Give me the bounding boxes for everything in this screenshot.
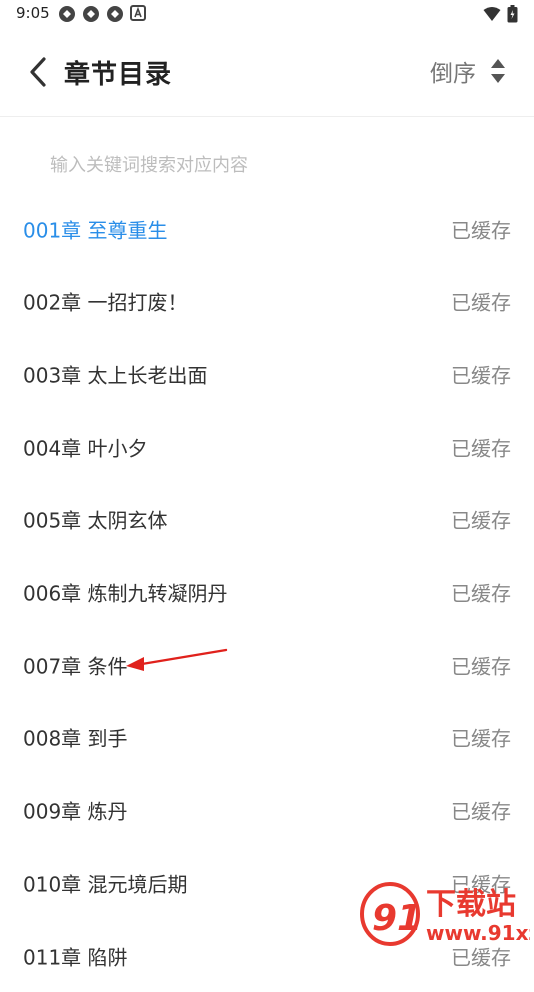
chapter-row[interactable]: 005章 太阴玄体 已缓存 <box>0 483 534 556</box>
chapter-row[interactable]: 007章 条件 已缓存 <box>0 628 534 701</box>
chapter-cache-status: 已缓存 <box>451 363 511 388</box>
chapter-title: 001章 至尊重生 <box>23 218 168 242</box>
app-notification-icon <box>106 5 124 23</box>
chapter-title: 010章 混元境后期 <box>23 872 188 897</box>
chapter-title: 009章 炼丹 <box>23 799 128 824</box>
back-button[interactable] <box>24 56 54 88</box>
app-header: 章节目录 倒序 <box>0 28 534 117</box>
chapter-title: 002章 一招打废！ <box>23 290 188 315</box>
search-input[interactable] <box>50 148 490 182</box>
chapter-row[interactable]: 010章 混元境后期 已缓存 <box>0 846 534 919</box>
a-letter-icon <box>130 5 148 23</box>
chapter-cache-status: 已缓存 <box>451 290 511 315</box>
chapter-row[interactable]: 008章 到手 已缓存 <box>0 701 534 774</box>
chapter-title: 011章 陷阱 <box>23 945 128 969</box>
notification-icons <box>58 5 148 23</box>
app-notification-icon <box>82 5 100 23</box>
chevron-left-icon <box>30 57 46 87</box>
chapter-row[interactable]: 006章 炼制九转凝阴丹 已缓存 <box>0 556 534 629</box>
sort-order-button[interactable]: 倒序 <box>430 54 506 88</box>
sort-arrows-icon <box>491 59 505 83</box>
chapter-title: 004章 叶小夕 <box>23 436 148 461</box>
chapter-title: 007章 条件 <box>23 654 128 679</box>
chapter-cache-status: 已缓存 <box>451 436 511 461</box>
wifi-icon <box>483 6 501 26</box>
chapter-row[interactable]: 001章 至尊重生 已缓存 <box>0 192 534 265</box>
chapter-cache-status: 已缓存 <box>451 508 511 533</box>
chapter-row[interactable]: 002章 一招打废！ 已缓存 <box>0 265 534 338</box>
system-indicators <box>483 5 518 27</box>
chapter-title: 006章 炼制九转凝阴丹 <box>23 581 228 606</box>
chapter-row[interactable]: 004章 叶小夕 已缓存 <box>0 410 534 483</box>
page-title: 章节目录 <box>64 60 173 90</box>
chapter-cache-status: 已缓存 <box>451 581 511 606</box>
sort-label: 倒序 <box>430 61 476 87</box>
chapter-title: 005章 太阴玄体 <box>23 508 168 533</box>
app-notification-icon <box>58 5 76 23</box>
chapter-row[interactable]: 003章 太上长老出面 已缓存 <box>0 337 534 410</box>
chapter-row[interactable]: 009章 炼丹 已缓存 <box>0 774 534 847</box>
chapter-title: 003章 太上长老出面 <box>23 363 208 388</box>
chapter-cache-status: 已缓存 <box>451 872 511 897</box>
chapter-cache-status: 已缓存 <box>451 945 511 969</box>
chapter-title: 008章 到手 <box>23 726 128 751</box>
chapter-cache-status: 已缓存 <box>451 726 511 751</box>
chapter-cache-status: 已缓存 <box>451 654 511 679</box>
status-bar: 9:05 <box>0 0 534 28</box>
status-time: 9:05 <box>16 4 50 22</box>
chapter-row[interactable]: 011章 陷阱 已缓存 <box>0 919 534 992</box>
chapter-cache-status: 已缓存 <box>451 799 511 824</box>
battery-icon <box>507 5 518 27</box>
chapter-cache-status: 已缓存 <box>451 218 511 242</box>
